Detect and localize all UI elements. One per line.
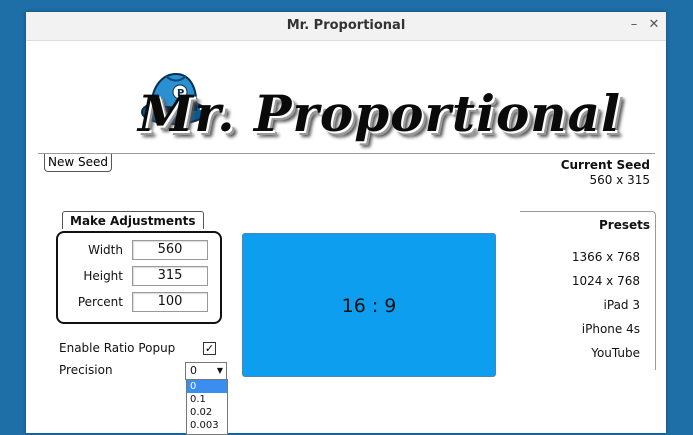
precision-option[interactable]: 0.1 [187,393,227,406]
width-label: Width [88,243,123,257]
ratio-preview: 16 : 9 [242,233,496,377]
precision-dropdown-list[interactable]: 0 0.1 0.02 0.003 [186,379,228,435]
precision-option[interactable]: 0.02 [187,406,227,419]
close-icon[interactable]: ✕ [646,17,662,33]
app-logo: P Mr. Proportional [134,66,620,158]
window-title: Mr. Proportional [286,18,406,33]
height-label: Height [83,269,123,283]
precision-option[interactable]: 0 [187,380,227,393]
precision-label: Precision [59,363,113,377]
precision-selected-value: 0 [190,364,197,377]
height-input[interactable]: 315 [132,266,208,286]
width-input[interactable]: 560 [132,240,208,260]
aspect-ratio-text: 16 : 9 [341,295,397,317]
current-seed-value: 560 x 315 [589,173,650,187]
preset-item-1024x768[interactable]: 1024 x 768 [572,274,640,288]
percent-input[interactable]: 100 [132,292,208,312]
preset-item-ipad3[interactable]: iPad 3 [604,298,640,312]
presets-label: Presets [598,218,650,232]
minimize-icon[interactable]: – [626,17,642,33]
app-window: Mr. Proportional – ✕ P Mr. Proportional … [26,12,666,435]
new-seed-button[interactable]: New Seed [44,154,112,172]
preset-item-1366x768[interactable]: 1366 x 768 [572,250,640,264]
adjustments-panel: Width 560 Height 315 Percent 100 [56,231,222,324]
current-seed-label: Current Seed [560,158,650,172]
preset-item-youtube[interactable]: YouTube [591,346,640,360]
precision-option[interactable]: 0.003 [187,419,227,432]
logo-wordmark: Mr. Proportional [138,84,622,143]
enable-ratio-popup-label: Enable Ratio Popup [59,341,176,355]
precision-select[interactable]: 0 ▼ [185,362,227,380]
preset-item-iphone4s[interactable]: iPhone 4s [582,322,640,336]
dropdown-arrow-icon: ▼ [216,366,223,375]
enable-ratio-popup-checkbox[interactable]: ✓ [203,342,216,355]
title-bar[interactable]: Mr. Proportional – ✕ [26,12,666,41]
make-adjustments-tab[interactable]: Make Adjustments [62,211,204,229]
percent-label: Percent [77,295,123,309]
